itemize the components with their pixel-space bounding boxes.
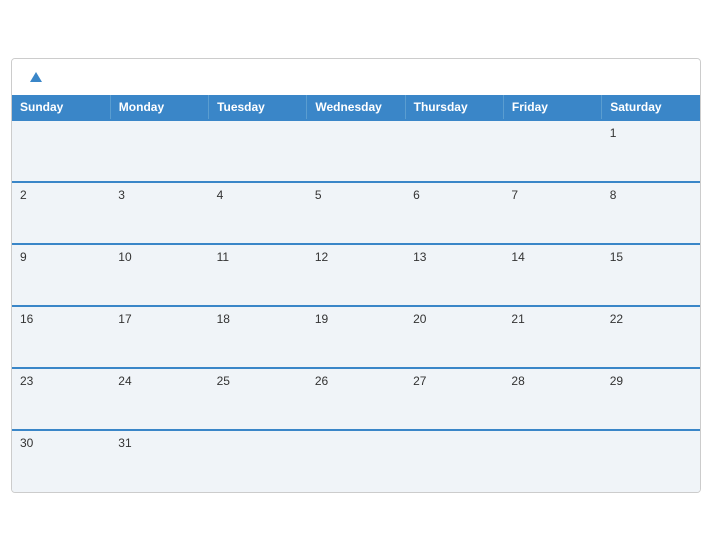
day-number: 8 xyxy=(610,188,617,202)
calendar-day-31: 31 xyxy=(110,430,208,492)
calendar-table: SundayMondayTuesdayWednesdayThursdayFrid… xyxy=(12,95,700,492)
weekday-header-saturday: Saturday xyxy=(602,95,700,120)
calendar-day-empty xyxy=(12,120,110,182)
calendar-day-21: 21 xyxy=(503,306,601,368)
calendar-day-10: 10 xyxy=(110,244,208,306)
day-number: 24 xyxy=(118,374,131,388)
day-number: 12 xyxy=(315,250,328,264)
day-number: 22 xyxy=(610,312,623,326)
day-number: 18 xyxy=(217,312,230,326)
day-number: 23 xyxy=(20,374,33,388)
calendar-day-18: 18 xyxy=(209,306,307,368)
day-number: 13 xyxy=(413,250,426,264)
calendar-day-9: 9 xyxy=(12,244,110,306)
calendar-day-29: 29 xyxy=(602,368,700,430)
calendar-day-17: 17 xyxy=(110,306,208,368)
calendar-week-row: 30 31 xyxy=(12,430,700,492)
calendar-day-19: 19 xyxy=(307,306,405,368)
calendar-day-2: 2 xyxy=(12,182,110,244)
day-number: 9 xyxy=(20,250,27,264)
calendar-day-empty xyxy=(307,120,405,182)
calendar-day-4: 4 xyxy=(209,182,307,244)
calendar-day-11: 11 xyxy=(209,244,307,306)
day-number: 19 xyxy=(315,312,328,326)
calendar-day-13: 13 xyxy=(405,244,503,306)
weekday-header-thursday: Thursday xyxy=(405,95,503,120)
day-number: 20 xyxy=(413,312,426,326)
calendar-day-27: 27 xyxy=(405,368,503,430)
calendar-day-empty xyxy=(405,430,503,492)
day-number: 29 xyxy=(610,374,623,388)
calendar-week-row: 1 xyxy=(12,120,700,182)
calendar-day-empty xyxy=(602,430,700,492)
calendar-day-25: 25 xyxy=(209,368,307,430)
day-number: 14 xyxy=(511,250,524,264)
calendar-week-row: 9 10 11 12 13 14 15 xyxy=(12,244,700,306)
weekday-header-row: SundayMondayTuesdayWednesdayThursdayFrid… xyxy=(12,95,700,120)
logo-area xyxy=(28,69,42,87)
day-number: 26 xyxy=(315,374,328,388)
day-number: 7 xyxy=(511,188,518,202)
calendar-day-5: 5 xyxy=(307,182,405,244)
calendar-day-8: 8 xyxy=(602,182,700,244)
calendar-container: SundayMondayTuesdayWednesdayThursdayFrid… xyxy=(11,58,701,493)
calendar-day-1: 1 xyxy=(602,120,700,182)
calendar-day-empty xyxy=(209,430,307,492)
calendar-day-empty xyxy=(405,120,503,182)
calendar-day-6: 6 xyxy=(405,182,503,244)
day-number: 1 xyxy=(610,126,617,140)
logo-triangle-icon xyxy=(30,72,42,82)
weekday-header-friday: Friday xyxy=(503,95,601,120)
weekday-header-sunday: Sunday xyxy=(12,95,110,120)
day-number: 17 xyxy=(118,312,131,326)
day-number: 28 xyxy=(511,374,524,388)
calendar-day-15: 15 xyxy=(602,244,700,306)
day-number: 21 xyxy=(511,312,524,326)
calendar-day-16: 16 xyxy=(12,306,110,368)
calendar-day-24: 24 xyxy=(110,368,208,430)
calendar-day-empty xyxy=(503,120,601,182)
day-number: 4 xyxy=(217,188,224,202)
day-number: 6 xyxy=(413,188,420,202)
day-number: 3 xyxy=(118,188,125,202)
calendar-day-30: 30 xyxy=(12,430,110,492)
calendar-day-3: 3 xyxy=(110,182,208,244)
day-number: 30 xyxy=(20,436,33,450)
day-number: 16 xyxy=(20,312,33,326)
calendar-day-12: 12 xyxy=(307,244,405,306)
calendar-week-row: 23 24 25 26 27 28 29 xyxy=(12,368,700,430)
calendar-day-23: 23 xyxy=(12,368,110,430)
weekday-header-monday: Monday xyxy=(110,95,208,120)
calendar-day-empty xyxy=(110,120,208,182)
calendar-day-empty xyxy=(209,120,307,182)
day-number: 10 xyxy=(118,250,131,264)
day-number: 11 xyxy=(217,250,229,264)
day-number: 2 xyxy=(20,188,27,202)
calendar-week-row: 2 3 4 5 6 7 8 xyxy=(12,182,700,244)
calendar-day-empty xyxy=(307,430,405,492)
calendar-day-7: 7 xyxy=(503,182,601,244)
calendar-header xyxy=(12,59,700,95)
day-number: 27 xyxy=(413,374,426,388)
calendar-day-empty xyxy=(503,430,601,492)
day-number: 15 xyxy=(610,250,623,264)
weekday-header-tuesday: Tuesday xyxy=(209,95,307,120)
day-number: 5 xyxy=(315,188,322,202)
weekday-header-wednesday: Wednesday xyxy=(307,95,405,120)
day-number: 25 xyxy=(217,374,230,388)
calendar-day-20: 20 xyxy=(405,306,503,368)
day-number: 31 xyxy=(118,436,131,450)
calendar-day-28: 28 xyxy=(503,368,601,430)
logo-general xyxy=(28,69,42,87)
calendar-day-14: 14 xyxy=(503,244,601,306)
calendar-week-row: 16 17 18 19 20 21 22 xyxy=(12,306,700,368)
calendar-day-26: 26 xyxy=(307,368,405,430)
calendar-day-22: 22 xyxy=(602,306,700,368)
